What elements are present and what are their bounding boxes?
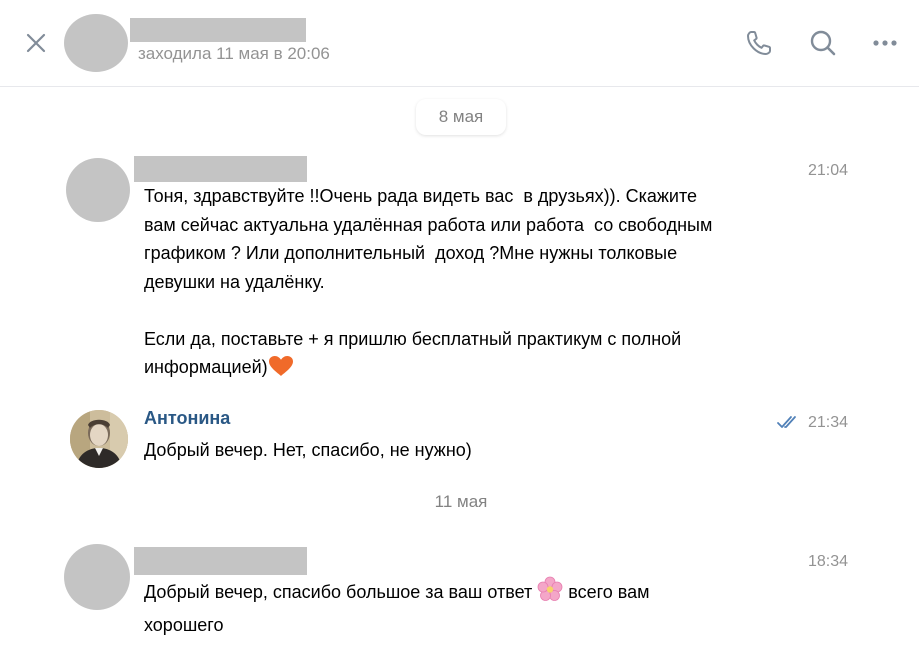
message-time: 18:34: [807, 553, 848, 570]
message-text: Тоня, здравствуйте !!Очень рада видеть в…: [144, 182, 804, 386]
message-time: 21:34: [807, 414, 848, 431]
sender-name-redacted[interactable]: [134, 156, 307, 182]
sender-avatar[interactable]: [66, 158, 130, 222]
double-check-icon: [776, 414, 800, 435]
contact-avatar[interactable]: [64, 14, 128, 72]
avatar-photo: [70, 410, 128, 468]
last-seen-status: заходила 11 мая в 20:06: [138, 44, 330, 63]
message-text: Добрый вечер. Нет, спасибо, не нужно): [144, 440, 472, 460]
close-icon: [26, 33, 46, 53]
message-body: Тоня, здравствуйте !!Очень рада видеть в…: [144, 186, 713, 377]
sender-avatar[interactable]: [64, 544, 130, 610]
sender-name-redacted[interactable]: [134, 547, 307, 575]
chat-window: заходила 11 мая в 20:06 8 мая 21:04 Тоня…: [0, 0, 919, 645]
author-name[interactable]: Антонина: [144, 408, 230, 429]
chat-header: заходила 11 мая в 20:06: [0, 0, 919, 87]
search-button[interactable]: [806, 26, 840, 60]
call-button[interactable]: [742, 26, 776, 60]
message-text: Добрый вечер, спасибо большое за ваш отв…: [144, 576, 804, 639]
orange-heart-icon: [268, 355, 294, 386]
date-separator: 8 мая: [416, 99, 506, 135]
contact-name-redacted[interactable]: [130, 18, 306, 42]
search-icon: [810, 30, 836, 56]
message-body-part: Добрый вечер, спасибо большое за ваш отв…: [144, 582, 538, 602]
more-icon: [873, 40, 897, 46]
date-separator: 11 мая: [434, 492, 488, 511]
message-time: 21:04: [807, 162, 848, 179]
cherry-blossom-icon: [537, 576, 563, 611]
phone-icon: [747, 31, 771, 55]
more-button[interactable]: [868, 26, 902, 60]
close-button[interactable]: [18, 25, 54, 61]
user-avatar[interactable]: [70, 410, 128, 468]
